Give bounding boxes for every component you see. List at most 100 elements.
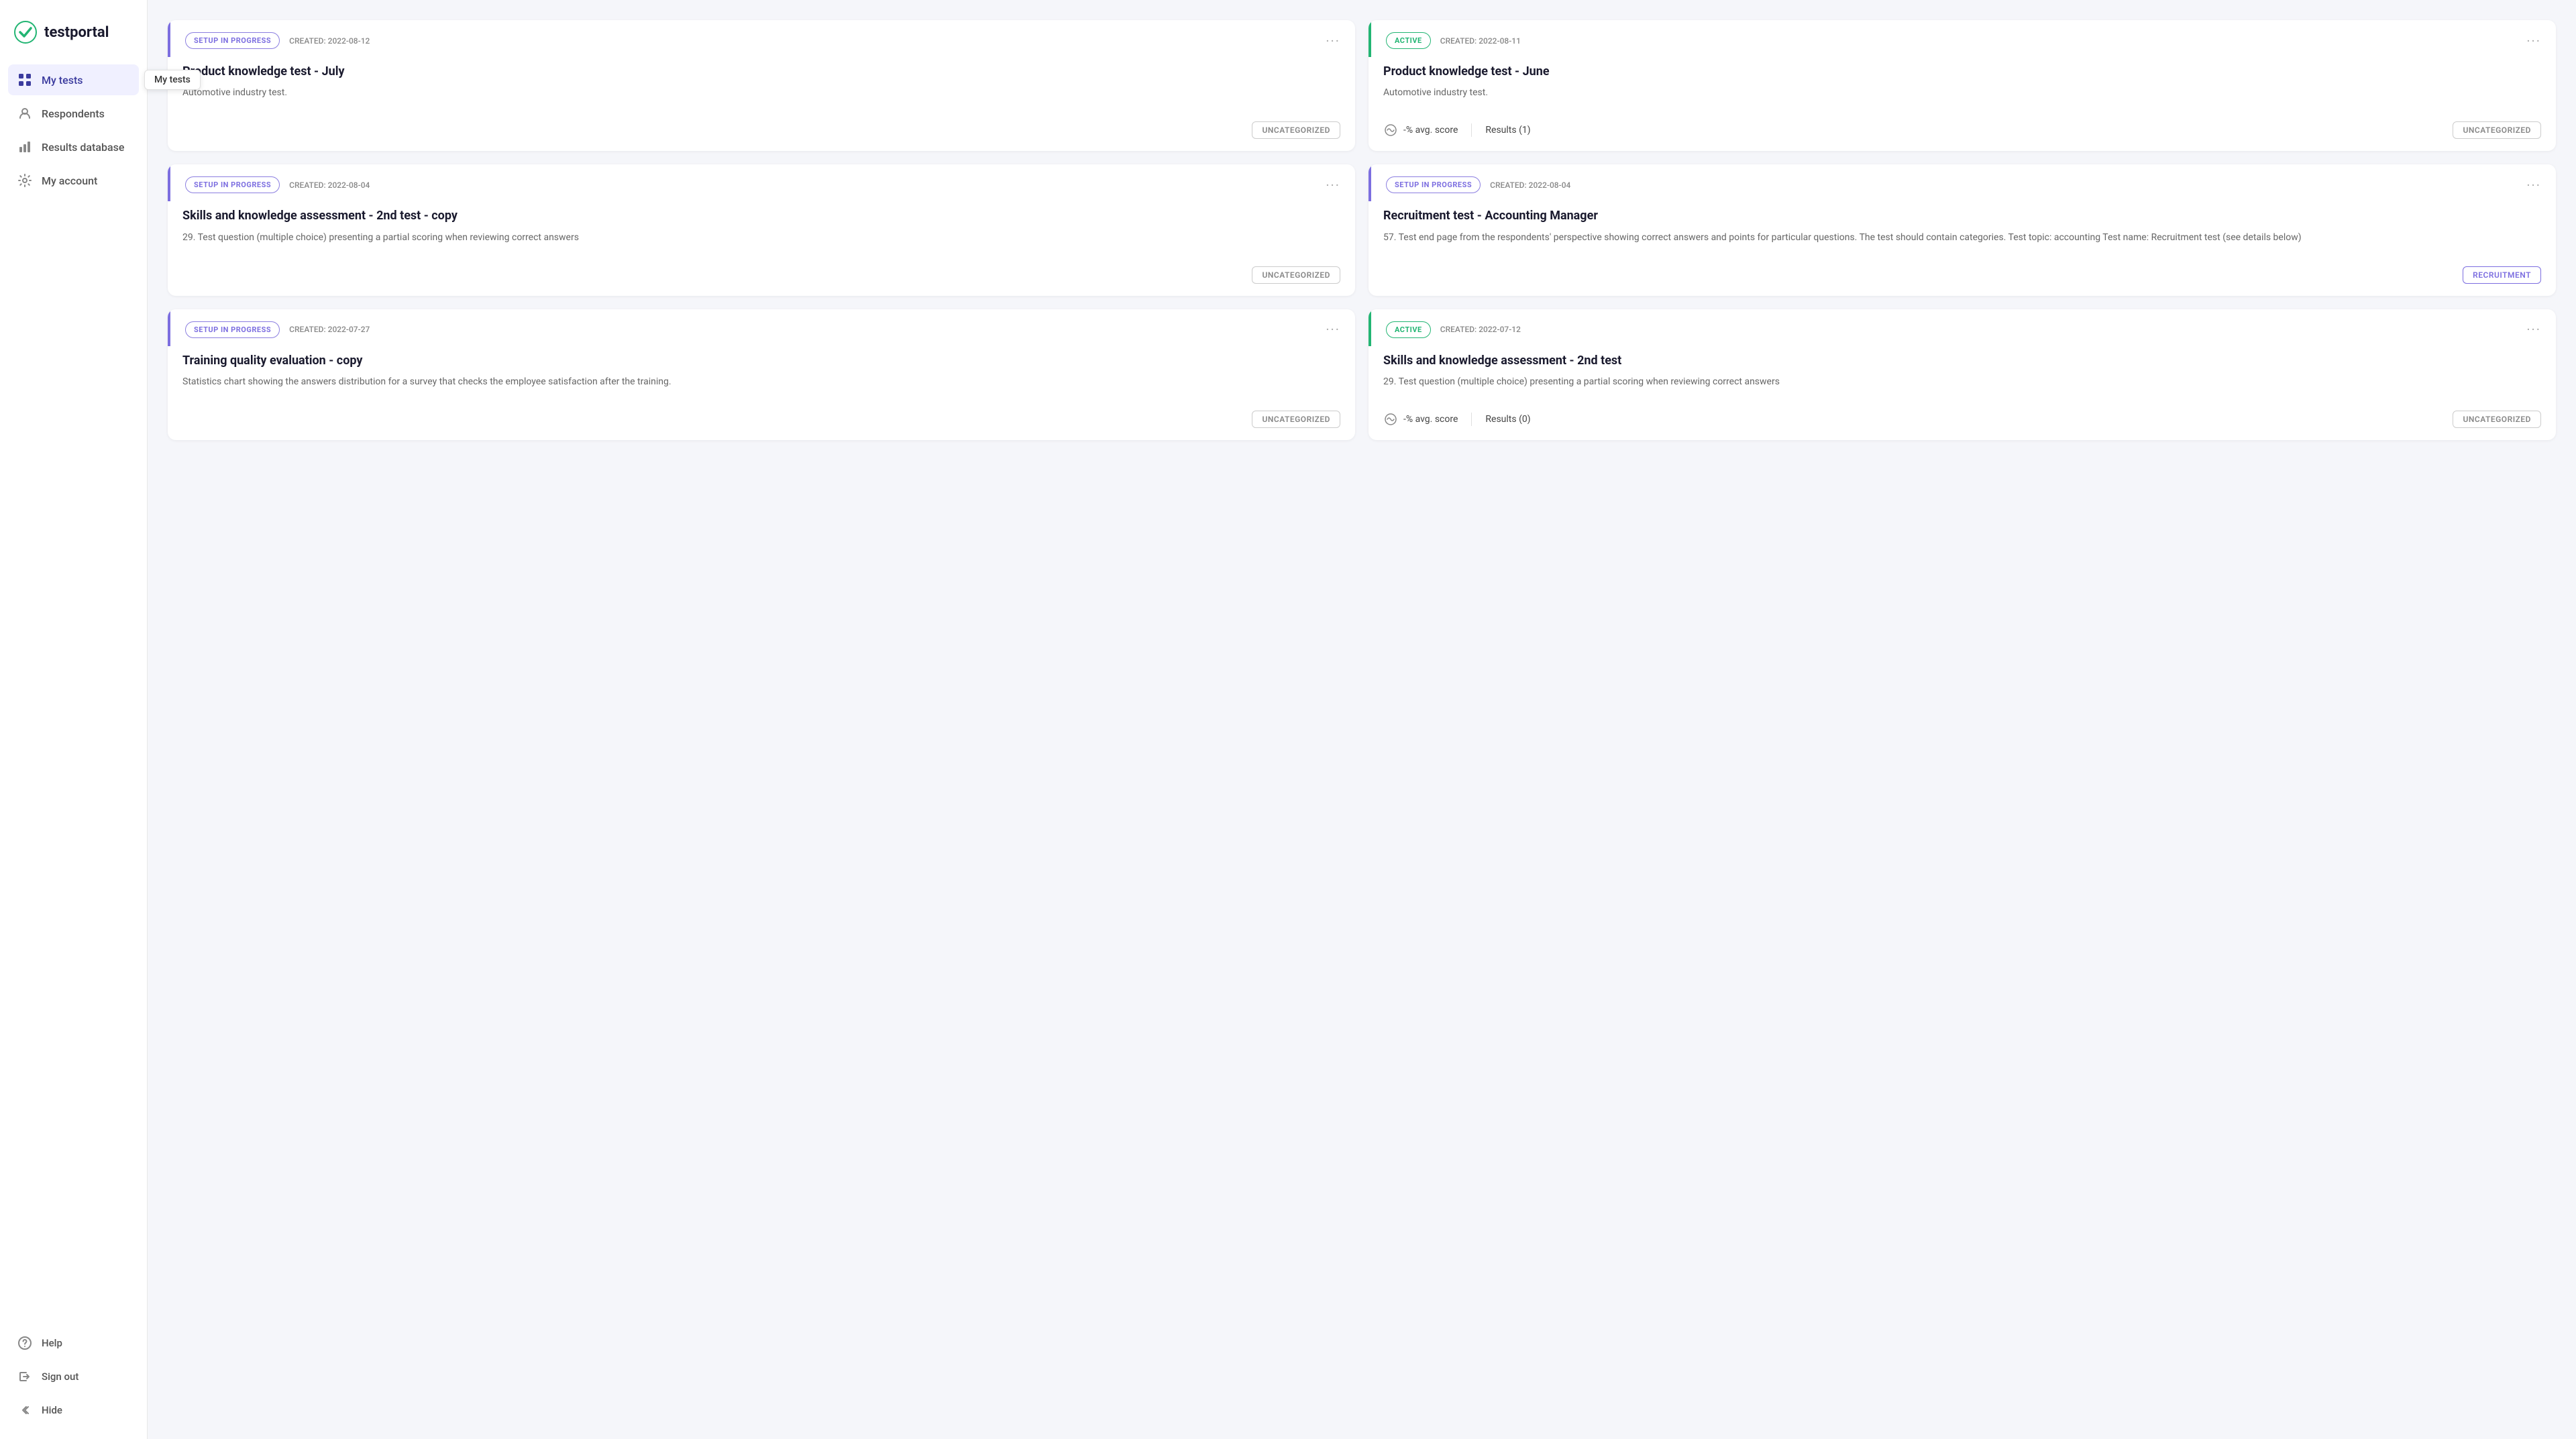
card-6-title[interactable]: Skills and knowledge assessment - 2nd te… [1383,353,2541,368]
signout-icon [17,1369,32,1384]
card-3-category: UNCATEGORIZED [1252,266,1340,284]
card-3-desc: 29. Test question (multiple choice) pres… [182,231,1340,245]
card-3-header: SETUP IN PROGRESS CREATED: 2022-08-04 ··… [168,164,1355,201]
card-4-footer: RECRUITMENT [1368,258,2556,296]
card-5-category: UNCATEGORIZED [1252,411,1340,428]
card-1-header: SETUP IN PROGRESS CREATED: 2022-08-12 ··… [168,20,1355,57]
card-4-header: SETUP IN PROGRESS CREATED: 2022-08-04 ··… [1368,164,2556,201]
card-5-title[interactable]: Training quality evaluation - copy [182,353,1340,368]
card-3-status-badge: SETUP IN PROGRESS [185,176,280,193]
card-6-category: UNCATEGORIZED [2453,411,2541,428]
card-2-results-text: Results (1) [1485,125,1530,136]
card-6-results-text: Results (0) [1485,414,1530,425]
card-2-avg-score: -% avg. score [1383,123,1458,138]
card-6-menu[interactable]: ··· [2526,323,2541,336]
test-card-4: SETUP IN PROGRESS CREATED: 2022-08-04 ··… [1368,164,2556,295]
card-3-body: Skills and knowledge assessment - 2nd te… [168,201,1355,258]
sidebar-item-respondents[interactable]: Respondents [8,98,139,129]
card-2-desc: Automotive industry test. [1383,86,2541,100]
sidebar-item-my-tests[interactable]: My tests My tests [8,64,139,95]
test-card-1: SETUP IN PROGRESS CREATED: 2022-08-12 ··… [168,20,1355,151]
sidebar-item-my-account[interactable]: My account [8,165,139,196]
sidebar-label-sign-out: Sign out [42,1371,78,1383]
card-3-title[interactable]: Skills and knowledge assessment - 2nd te… [182,208,1340,223]
sidebar-label-respondents: Respondents [42,107,105,120]
card-4-menu[interactable]: ··· [2526,178,2541,192]
card-6-footer: -% avg. score Results (0) UNCATEGORIZED [1368,403,2556,440]
person-icon [17,106,32,121]
card-1-footer: UNCATEGORIZED [168,113,1355,151]
card-6-avg-score-text: -% avg. score [1403,414,1458,425]
card-6-created: CREATED: 2022-07-12 [1440,325,1521,334]
card-6-stats: -% avg. score Results (0) [1383,412,1531,427]
card-1-created: CREATED: 2022-08-12 [289,36,370,46]
gear-icon [17,173,32,188]
sidebar: testportal My tests My tests [0,0,148,1439]
my-tests-tooltip: My tests [144,70,201,90]
sidebar-item-hide[interactable]: Hide [8,1395,139,1426]
sidebar-label-hide: Hide [42,1404,62,1416]
sidebar-label-my-tests: My tests [42,74,83,87]
test-card-5: SETUP IN PROGRESS CREATED: 2022-07-27 ··… [168,309,1355,440]
card-2-header: ACTIVE CREATED: 2022-08-11 ··· [1368,20,2556,57]
test-card-2: ACTIVE CREATED: 2022-08-11 ··· Product k… [1368,20,2556,151]
card-6-stat-divider [1471,413,1472,426]
test-card-6: ACTIVE CREATED: 2022-07-12 ··· Skills an… [1368,309,2556,440]
card-6-desc: 29. Test question (multiple choice) pres… [1383,375,2541,389]
card-3-created: CREATED: 2022-08-04 [289,180,370,190]
chevron-left-icon [17,1403,32,1418]
grid-icon [17,72,32,87]
card-5-header: SETUP IN PROGRESS CREATED: 2022-07-27 ··… [168,309,1355,346]
card-2-category: UNCATEGORIZED [2453,121,2541,139]
card-2-body: Product knowledge test - June Automotive… [1368,57,2556,113]
logo-text: testportal [44,24,109,41]
card-5-footer: UNCATEGORIZED [168,403,1355,440]
card-6-status-badge: ACTIVE [1386,321,1431,338]
test-grid: SETUP IN PROGRESS CREATED: 2022-08-12 ··… [168,20,2556,440]
sidebar-bottom: Help Sign out Hide [0,1328,147,1426]
card-5-desc: Statistics chart showing the answers dis… [182,375,1340,389]
main-content: SETUP IN PROGRESS CREATED: 2022-08-12 ··… [148,0,2576,1439]
card-4-body: Recruitment test - Accounting Manager 57… [1368,201,2556,258]
card-4-desc: 57. Test end page from the respondents' … [1383,231,2541,245]
card-1-title[interactable]: Product knowledge test - July [182,64,1340,79]
avg-score-icon-2 [1383,412,1398,427]
card-6-results[interactable]: Results (0) [1485,414,1530,425]
card-1-body: Product knowledge test - July Automotive… [168,57,1355,113]
card-3-menu[interactable]: ··· [1326,178,1340,192]
question-icon [17,1336,32,1350]
sidebar-label-help: Help [42,1337,62,1349]
card-3-footer: UNCATEGORIZED [168,258,1355,296]
card-5-status-badge: SETUP IN PROGRESS [185,321,280,338]
card-2-footer: -% avg. score Results (1) UNCATEGORIZED [1368,113,2556,151]
card-4-created: CREATED: 2022-08-04 [1490,180,1570,190]
card-6-header: ACTIVE CREATED: 2022-07-12 ··· [1368,309,2556,346]
card-2-title[interactable]: Product knowledge test - June [1383,64,2541,79]
card-2-avg-score-text: -% avg. score [1403,125,1458,136]
sidebar-item-help[interactable]: Help [8,1328,139,1358]
card-4-category: RECRUITMENT [2463,266,2541,284]
card-5-created: CREATED: 2022-07-27 [289,325,370,334]
chart-icon [17,140,32,154]
card-2-stats: -% avg. score Results (1) [1383,123,1531,138]
card-1-desc: Automotive industry test. [182,86,1340,100]
logo: testportal [0,13,147,64]
card-1-status-badge: SETUP IN PROGRESS [185,32,280,49]
sidebar-item-sign-out[interactable]: Sign out [8,1361,139,1392]
card-5-body: Training quality evaluation - copy Stati… [168,346,1355,403]
card-4-status-badge: SETUP IN PROGRESS [1386,176,1481,193]
card-6-body: Skills and knowledge assessment - 2nd te… [1368,346,2556,403]
test-card-3: SETUP IN PROGRESS CREATED: 2022-08-04 ··… [168,164,1355,295]
card-2-results[interactable]: Results (1) [1485,125,1530,136]
card-2-menu[interactable]: ··· [2526,34,2541,48]
card-1-menu[interactable]: ··· [1326,34,1340,48]
sidebar-label-my-account: My account [42,174,97,187]
card-2-stat-divider [1471,123,1472,137]
card-2-created: CREATED: 2022-08-11 [1440,36,1521,46]
card-5-menu[interactable]: ··· [1326,323,1340,336]
avg-score-icon [1383,123,1398,138]
sidebar-item-results-database[interactable]: Results database [8,131,139,162]
card-6-avg-score: -% avg. score [1383,412,1458,427]
nav-items: My tests My tests Respondents Res [0,64,147,1328]
card-4-title[interactable]: Recruitment test - Accounting Manager [1383,208,2541,223]
